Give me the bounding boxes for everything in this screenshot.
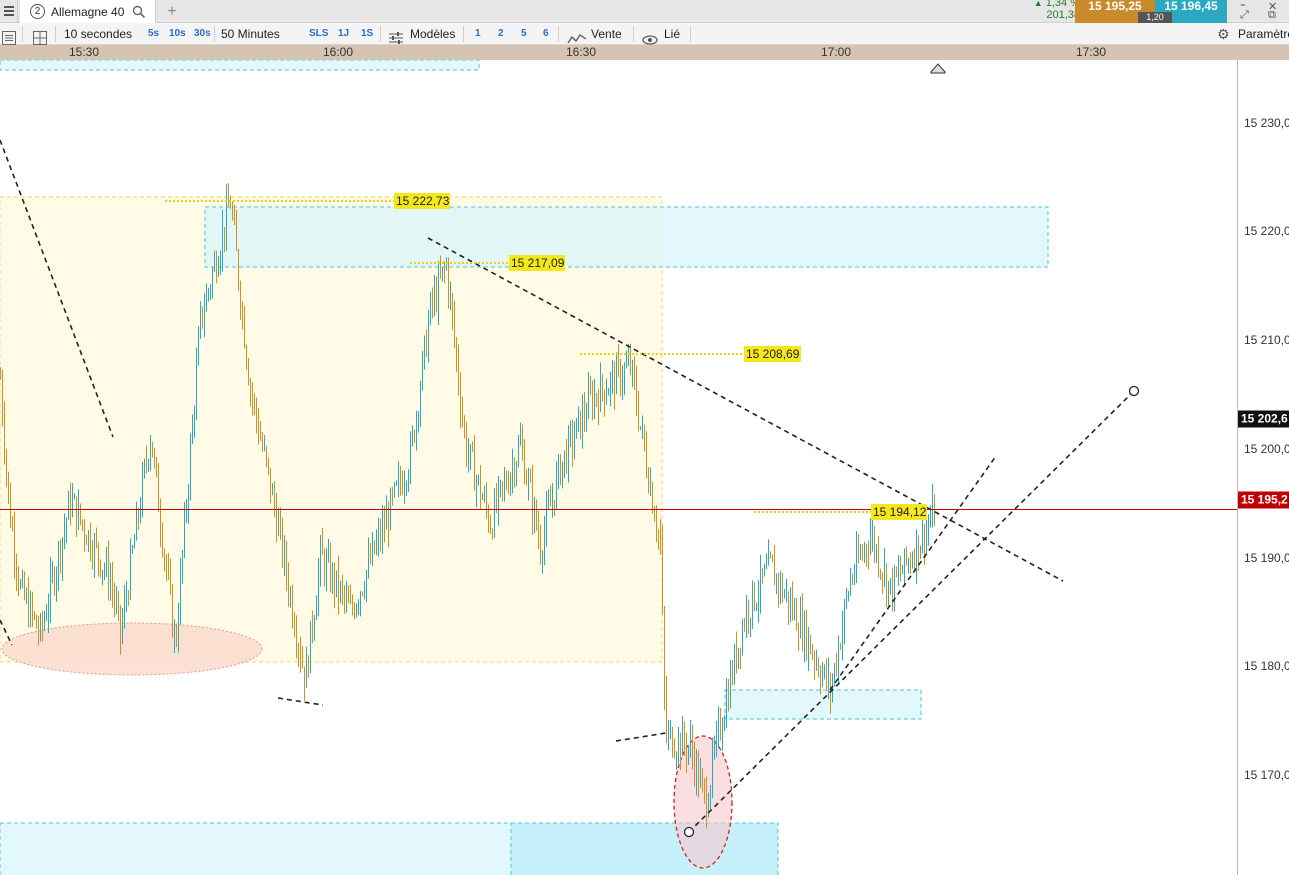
spread-badge: 1,20 <box>1138 12 1172 23</box>
range-1j[interactable]: 1J <box>338 23 349 45</box>
time-tick: 17:30 <box>1075 45 1107 59</box>
range-sls[interactable]: SLS <box>309 23 328 45</box>
resistance-zone <box>204 206 1049 268</box>
window-controls: ⁼ ✕ ⤢ ⧉ <box>1230 0 1289 23</box>
chart-canvas[interactable]: 15 222,73 15 217,09 15 208,69 15 194,12 <box>0 60 1238 875</box>
gear-icon[interactable]: ⚙ <box>1217 23 1230 45</box>
time-tick: 16:30 <box>565 45 597 59</box>
add-tab-icon[interactable]: + <box>160 0 184 23</box>
price-axis[interactable]: 15 230,0 15 220,0 15 210,0 15 200,0 15 1… <box>1237 60 1289 875</box>
price-tick: 15 230,0 <box>1244 116 1289 130</box>
time-tick: 17:00 <box>820 45 852 59</box>
duration-select[interactable]: 50 Minutes <box>221 23 280 45</box>
time-axis: 15:30 16:00 16:30 17:00 17:30 <box>0 45 1289 60</box>
settings-button[interactable]: Paramètres <box>1238 23 1289 45</box>
interval-10s[interactable]: 10s <box>169 23 186 45</box>
price-chart[interactable]: 15 222,73 15 217,09 15 208,69 15 194,12 <box>0 60 1238 875</box>
model-slot-2[interactable]: 2 <box>498 23 504 45</box>
time-tick: 16:00 <box>322 45 354 59</box>
trendline-anchor-start[interactable] <box>683 826 695 838</box>
price-tick: 15 220,0 <box>1244 224 1289 238</box>
side-toggle[interactable]: Vente <box>591 23 622 45</box>
up-arrow-icon: ▲ <box>1033 0 1043 8</box>
model-slot-1[interactable]: 1 <box>475 23 481 45</box>
crosshair-price-tag: 15 202,6 <box>1238 410 1289 428</box>
price-tick: 15 190,0 <box>1244 551 1289 565</box>
tab-number-badge: 2 <box>30 4 45 19</box>
linked-toggle[interactable]: Lié <box>664 23 680 45</box>
trendline-short-2 <box>615 732 667 742</box>
change-indicator: ▲ 1,34 % 201,38 <box>1022 0 1080 21</box>
models-button[interactable]: Modèles <box>410 23 455 45</box>
interval-5s[interactable]: 5s <box>148 23 159 45</box>
expand-icon[interactable]: ⤢ <box>1240 9 1249 22</box>
tab-title: Allemagne 40 <box>51 4 125 19</box>
trendline-ascending <box>688 390 1135 833</box>
level-label-15194: 15 194,12 <box>873 505 927 519</box>
menu-icon[interactable] <box>0 0 18 23</box>
interval-30s[interactable]: 30s <box>194 23 211 45</box>
level-label-15222: 15 222,73 <box>396 194 450 208</box>
level-label-15217: 15 217,09 <box>511 256 565 270</box>
time-tick: 15:30 <box>68 45 100 59</box>
tab-allemagne-40[interactable]: 2 Allemagne 40 <box>20 0 156 23</box>
price-tick: 15 170,0 <box>1244 768 1289 782</box>
time-marker-icon[interactable] <box>930 63 946 74</box>
model-slot-6[interactable]: 6 <box>543 23 549 45</box>
range-1s[interactable]: 1S <box>361 23 373 45</box>
quote-panel: ▲ 1,34 % 201,38 15 195,25 15 196,45 1,20… <box>1018 0 1289 23</box>
demand-zone-inner <box>510 822 779 875</box>
change-absolute: 201,38 <box>1046 9 1080 21</box>
zone-top-left <box>0 60 480 71</box>
model-slot-5[interactable]: 5 <box>521 23 527 45</box>
price-tick: 15 200,0 <box>1244 442 1289 456</box>
support-zone <box>724 689 922 720</box>
chart-toolbar: 10 secondes 5s 10s 30s 50 Minutes SLS 1J… <box>0 23 1289 45</box>
trendline-short-1 <box>277 697 324 706</box>
current-price-tag: 15 195,2 <box>1238 491 1289 509</box>
search-icon[interactable] <box>132 5 146 19</box>
level-label-15208: 15 208,69 <box>746 347 800 361</box>
trendline-anchor-end[interactable] <box>1128 385 1140 397</box>
price-tick: 15 180,0 <box>1244 659 1289 673</box>
popout-icon[interactable]: ⧉ <box>1268 9 1276 22</box>
tab-bar: 2 Allemagne 40 + ▲ 1,34 % 201,38 15 195,… <box>0 0 1289 23</box>
interval-select[interactable]: 10 secondes <box>64 23 132 45</box>
price-tick: 15 210,0 <box>1244 333 1289 347</box>
